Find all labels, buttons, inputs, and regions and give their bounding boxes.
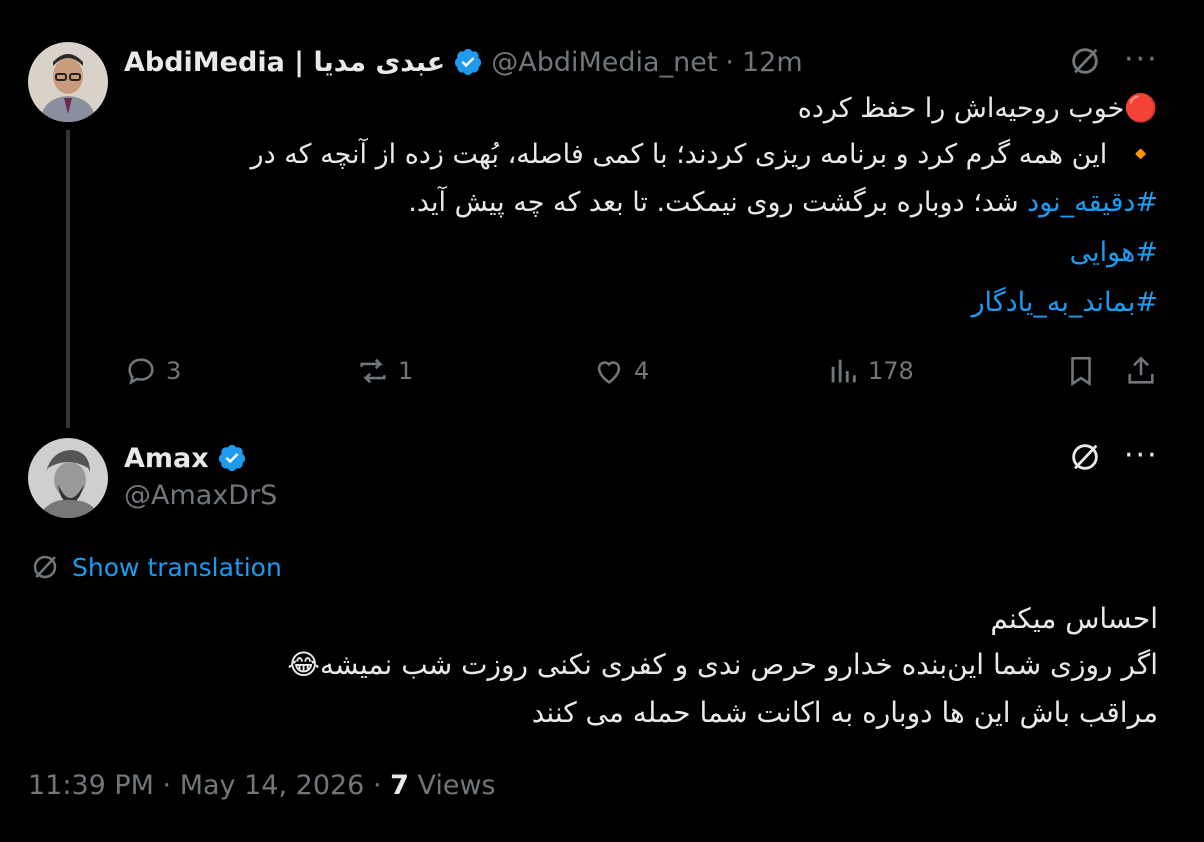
post-timestamp[interactable]: 11:39 PM · May 14, 2026 · 7 Views (28, 770, 496, 801)
like-icon (597, 361, 621, 384)
tweet1-header: AbdiMedia | عبدی مدیا @AbdiMedia_net · 1… (124, 42, 803, 82)
tweet1-line3: #دقیقه_نود شد؛ دوباره برگشت روی نیمکت. ت… (408, 187, 1158, 218)
repost-count: 1 (398, 357, 414, 385)
display-name[interactable]: Amax (124, 443, 209, 474)
views-count: 178 (868, 357, 914, 385)
hashtag-link[interactable]: #دقیقه_نود (1027, 187, 1158, 218)
like-count: 4 (634, 357, 650, 385)
hashtag-link[interactable]: #بماند_به_یادگار (971, 287, 1158, 318)
share-icon (1128, 356, 1154, 384)
verified-badge-icon (218, 444, 245, 472)
bookmark-button[interactable] (1064, 354, 1098, 388)
bookmark-icon (1071, 356, 1091, 387)
tweet1-line1: 🔴خوب روحیه‌اش را حفظ کرده (797, 93, 1158, 124)
share-button[interactable] (1124, 354, 1158, 388)
verified-badge-icon (455, 48, 482, 76)
translate-icon (33, 555, 57, 579)
thread-line (66, 130, 70, 428)
tweet1-hashtag1: #هوایی (1070, 228, 1158, 278)
repost-icon (360, 358, 386, 384)
views-button[interactable]: 178 (826, 354, 914, 388)
display-name[interactable]: AbdiMedia | عبدی مدیا (124, 47, 445, 78)
orange-diamond-icon: 🔸 (1124, 139, 1158, 170)
tweet2-line2: اگر روزی شما این‌بنده خدارو حرص ندی و کف… (287, 648, 1158, 681)
show-translation-label[interactable]: Show translation (72, 553, 282, 582)
more-icon[interactable]: ··· (1124, 438, 1159, 473)
avatar-abdimedia[interactable] (28, 42, 108, 122)
handle[interactable]: @AmaxDrS (124, 480, 277, 511)
more-icon[interactable]: ··· (1124, 42, 1159, 77)
view-count: 7 (390, 770, 409, 801)
tweet2-line1: احساس میکنم (990, 602, 1158, 635)
separator: · (725, 46, 734, 78)
reply-count: 3 (166, 357, 182, 385)
reply-button[interactable]: 3 (124, 354, 181, 388)
reply-icon (128, 358, 154, 385)
grok-icon[interactable] (1068, 44, 1102, 82)
post-time[interactable]: 12m (742, 47, 803, 78)
tweet1-line2: 🔸 این همه گرم کرد و برنامه ریزی کردند؛ ب… (250, 139, 1158, 170)
red-circle-icon: 🔴 (1124, 93, 1158, 124)
avatar-amax[interactable] (28, 438, 108, 518)
show-translation-button[interactable]: Show translation (30, 552, 282, 582)
repost-button[interactable]: 1 (356, 354, 413, 388)
grok-icon[interactable] (1068, 440, 1102, 478)
handle[interactable]: @AbdiMedia_net (491, 47, 717, 78)
tweet2-header: Amax (124, 438, 247, 478)
hashtag-link[interactable]: #هوایی (1070, 237, 1158, 268)
like-button[interactable]: 4 (592, 354, 649, 388)
tweet2-line3: مراقب باش این ها دوباره به اکانت شما حمل… (531, 696, 1158, 729)
tweet1-hashtag2: #بماند_به_یادگار (971, 278, 1158, 328)
views-icon (831, 359, 856, 383)
